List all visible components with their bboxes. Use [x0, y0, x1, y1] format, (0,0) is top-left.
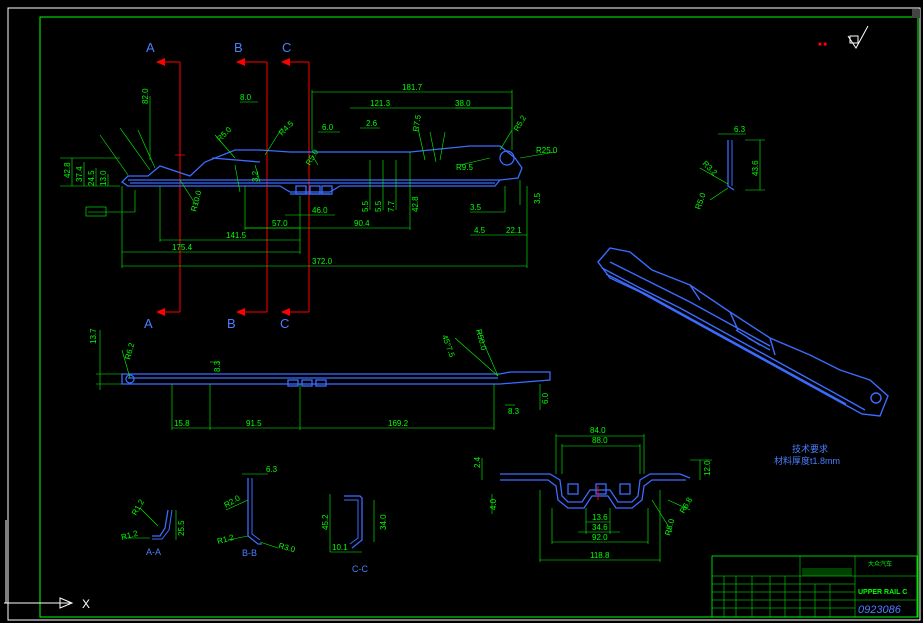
dim-5-5a: 5.5: [361, 200, 370, 212]
dim-141: 141.5: [226, 231, 247, 240]
side-angle: 45°7.5: [440, 334, 457, 359]
side-dim-15-8: 15.8: [174, 419, 190, 428]
dim-2-6: 2.6: [366, 119, 378, 128]
inner-frame: [39, 16, 919, 618]
radius-5-0: R5.0: [304, 147, 321, 167]
side-dim-13-7: 13.7: [89, 328, 98, 344]
front-dim-118-8: 118.8: [590, 551, 610, 560]
side-dim-91-5: 91.5: [246, 419, 262, 428]
dim-13: 13.0: [99, 170, 108, 186]
dim-6: 6.0: [322, 123, 334, 132]
note-heading: 技术要求: [792, 443, 828, 454]
cc-dim-34: 34.0: [379, 514, 388, 530]
dim-121: 121.3: [370, 99, 391, 108]
dim-4-5: 4.5: [474, 226, 486, 235]
detail-dim-6-3: 6.3: [734, 125, 746, 134]
dim-57: 57.0: [272, 219, 288, 228]
detail-dim-43-6: 43.6: [751, 160, 760, 176]
section-label-c-bottom: C: [280, 316, 289, 331]
dim-5-5b: 5.5: [374, 200, 383, 212]
section-label-a-bottom: A: [144, 316, 153, 331]
dim-overall: 372.0: [312, 257, 333, 266]
side-r-50: R50.0: [474, 328, 488, 351]
corner-mark: [912, 9, 920, 18]
dim-7-7: 7.7: [387, 200, 396, 212]
aa-r1: R1.2: [130, 497, 147, 517]
drawing-canvas: X ■ ■ 372.0 175.4 141.5 57.0 90.4 46.0 1…: [4, 7, 921, 621]
section-label-aa: A-A: [146, 547, 161, 557]
title-block: UPPER RAIL C 0923086 大众汽车: [711, 555, 918, 618]
note-material: 材料厚度t1.8mm: [774, 455, 840, 466]
dim-22: 22.1: [506, 226, 522, 235]
front-dim-88: 88.0: [592, 436, 608, 445]
roughness-symbol: ■ ■: [818, 25, 869, 49]
dim-3-5: 3.5: [470, 203, 482, 212]
dim-181: 181.7: [402, 83, 423, 92]
radius-9-5: R9.5: [456, 163, 473, 172]
radius-5-0b: R5.0: [215, 125, 234, 144]
side-dim-8-3: 8.3: [213, 360, 222, 372]
radius-5-2: R5.2: [512, 113, 529, 133]
side-r-6-2: R6.2: [123, 341, 136, 360]
right-detail-view: 6.3 43.6 R3.2 R5.0: [693, 125, 765, 211]
bb-dim: 6.3: [266, 465, 278, 474]
section-a-a: 25.5 R1.2 R1.2 A-A: [120, 497, 186, 557]
section-label-cc: C-C: [352, 564, 368, 574]
title-part-number: 0923086: [858, 604, 902, 616]
section-b-b: 6.3 R2.0 R1.2 R3.0 B-B: [216, 465, 296, 558]
dim-82: 82.0: [141, 88, 150, 104]
radius-10: R10.0: [189, 189, 203, 212]
front-dim-12: 12.0: [703, 460, 712, 476]
radius-4-5: R4.5: [277, 119, 296, 138]
dim-3-2: 3.2: [251, 170, 260, 182]
radius-25: R25.0: [536, 146, 558, 155]
section-label-bb: B-B: [242, 548, 257, 558]
side-dim-6: 6.0: [541, 392, 550, 404]
title-company: 大众汽车: [868, 560, 892, 568]
svg-text:■ ■: ■ ■: [818, 42, 827, 48]
front-dim-13-6: 13.6: [592, 513, 608, 522]
detail-r-3-2: R3.2: [701, 159, 720, 178]
dim-8: 8.0: [240, 93, 252, 102]
dim-24-5: 24.5: [87, 170, 96, 186]
side-dim-169-2: 169.2: [388, 419, 409, 428]
dim-90: 90.4: [354, 219, 370, 228]
front-dim-92: 92.0: [592, 533, 608, 542]
front-dim-4: 4.0: [489, 498, 498, 510]
cc-dim-10: 10.1: [332, 543, 348, 552]
top-view: 372.0 175.4 141.5 57.0 90.4 46.0 181.7 1…: [60, 40, 558, 331]
side-view: 15.8 91.5 169.2 13.7 8.3 6.0 8.3 R6.2 R5…: [89, 328, 551, 430]
section-label-b-top: B: [234, 40, 243, 55]
dim-37-4: 37.4: [75, 166, 84, 182]
bb-r2: R1.2: [216, 533, 235, 546]
bb-r3: R3.0: [277, 541, 296, 554]
section-label-a-top: A: [146, 40, 155, 55]
svg-text:X: X: [82, 597, 90, 611]
front-r-5: R5.0: [663, 517, 676, 536]
aa-dim: 25.5: [177, 520, 186, 536]
section-c-c: 45.2 34.0 10.1 C-C: [321, 494, 388, 574]
front-view: 84.0 88.0 92.0 118.8 34.6 13.6 12.0 2.4 …: [473, 426, 712, 562]
section-label-c-top: C: [282, 40, 291, 55]
isometric-view: [597, 247, 889, 417]
aa-r2: R1.2: [120, 529, 139, 542]
front-r-6-8: R6.8: [678, 495, 695, 515]
radius-7-5: R7.5: [411, 114, 423, 133]
front-dim-34-6: 34.6: [592, 523, 608, 532]
title-part-name: UPPER RAIL C: [858, 589, 907, 596]
section-label-b-bottom: B: [227, 316, 236, 331]
side-dim-8-3b: 8.3: [508, 407, 520, 416]
ucs-icon: X: [4, 520, 90, 611]
front-dim-84: 84.0: [590, 426, 606, 435]
dim-175: 175.4: [172, 243, 193, 252]
dim-46: 46.0: [312, 206, 328, 215]
detail-r-5: R5.0: [693, 191, 707, 210]
cc-dim-45: 45.2: [321, 514, 330, 530]
dim-38: 38.0: [455, 99, 471, 108]
dim-42-8-left: 42.8: [63, 162, 72, 178]
dim-3-5-right: 3.5: [533, 192, 542, 204]
dim-42-8: 42.8: [411, 196, 420, 212]
front-dim-2-4: 2.4: [473, 456, 482, 468]
